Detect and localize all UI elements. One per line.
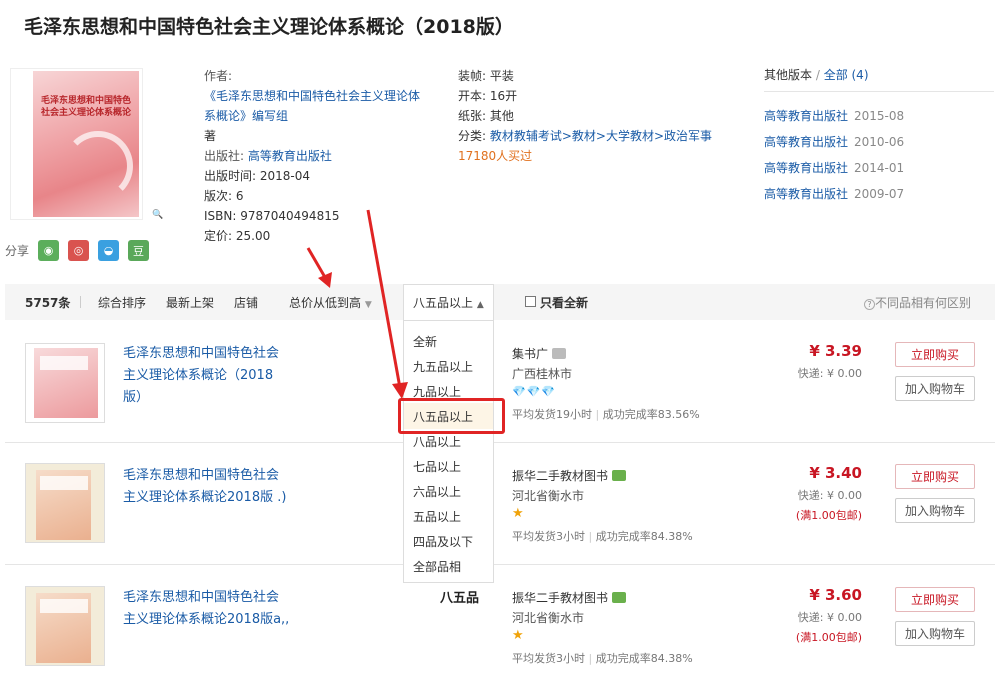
annotation-arrows xyxy=(306,209,408,399)
arrow-to-option-line xyxy=(366,209,402,389)
arrow-to-option-head xyxy=(392,382,408,399)
arrow-to-sort-line xyxy=(306,247,328,280)
